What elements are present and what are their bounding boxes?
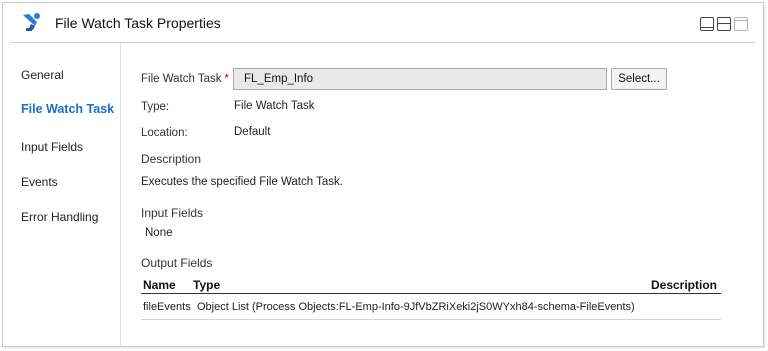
sidebar-nav: General File Watch Task Input Fields Eve…	[3, 44, 121, 347]
location-label: Location:	[141, 127, 188, 139]
location-value: Default	[234, 126, 271, 138]
table-header: Name Type Description	[141, 274, 721, 294]
description-text: Executes the specified File Watch Task.	[141, 176, 343, 188]
task-label-text: File Watch Task	[141, 73, 222, 85]
main-content: File Watch Task* Select... Type: File Wa…	[121, 44, 763, 347]
file-watch-task-input[interactable]	[233, 68, 607, 90]
required-marker: *	[224, 73, 230, 85]
sidebar-item-file-watch-task[interactable]: File Watch Task	[21, 102, 114, 116]
file-watch-task-icon	[23, 13, 40, 31]
row-name: fileEvents	[143, 301, 191, 313]
select-button[interactable]: Select...	[611, 68, 667, 90]
type-label: Type:	[141, 101, 170, 113]
input-fields-heading: Input Fields	[141, 206, 204, 220]
panel-title: File Watch Task Properties	[55, 15, 221, 31]
sidebar-item-error-handling[interactable]: Error Handling	[21, 210, 98, 224]
output-fields-heading: Output Fields	[141, 256, 213, 270]
output-fields-table: Name Type Description fileEvents Object …	[141, 274, 721, 320]
panel-header: File Watch Task Properties	[11, 3, 755, 43]
column-header-type: Type	[193, 278, 221, 292]
row-type: Object List (Process Objects:FL-Emp-Info…	[197, 301, 635, 313]
sidebar-item-general[interactable]: General	[21, 68, 64, 82]
task-field-label: File Watch Task *	[141, 73, 229, 85]
properties-panel: File Watch Task Properties General File …	[2, 2, 764, 347]
input-fields-value: None	[145, 227, 173, 239]
column-header-description: Description	[650, 278, 717, 292]
description-heading: Description	[141, 152, 202, 166]
column-header-name: Name	[143, 278, 176, 292]
layout-bottom-icon[interactable]	[700, 17, 714, 31]
sidebar-item-events[interactable]: Events	[21, 175, 58, 189]
sidebar-item-input-fields[interactable]: Input Fields	[21, 140, 83, 154]
layout-split-icon[interactable]	[717, 17, 731, 31]
layout-toggle-group	[700, 17, 748, 31]
layout-maximize-icon[interactable]	[734, 17, 748, 31]
table-row[interactable]: fileEvents Object List (Process Objects:…	[141, 294, 721, 320]
type-value: File Watch Task	[234, 100, 315, 112]
